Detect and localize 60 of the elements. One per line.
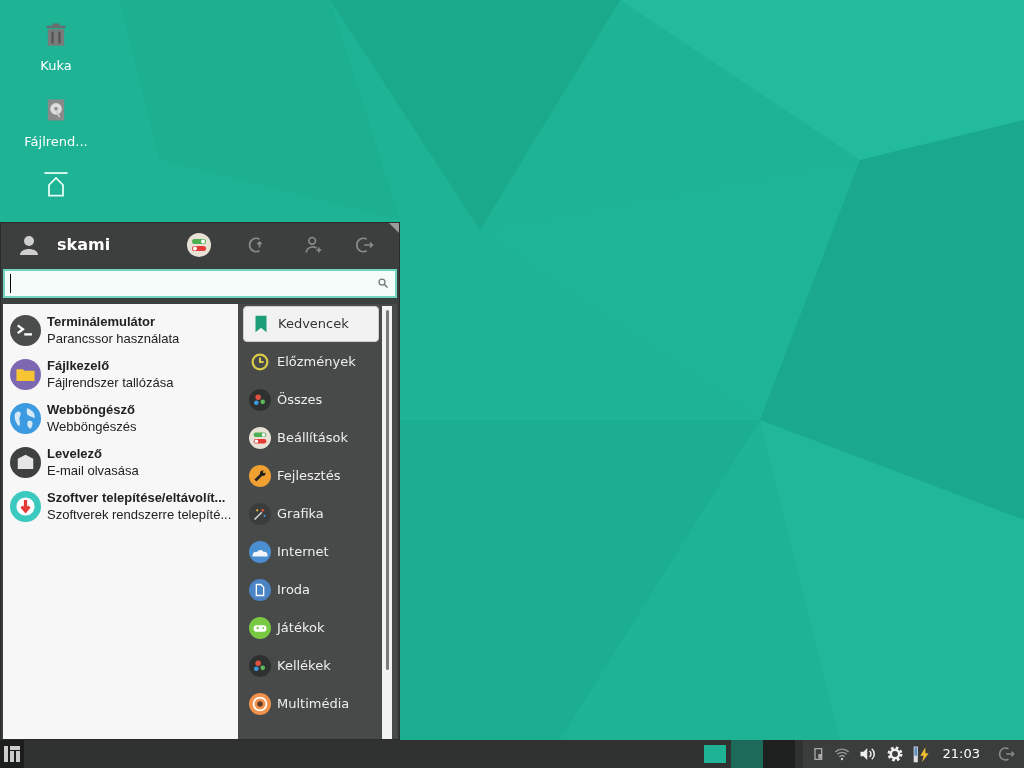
icon-label: Kuka [40,57,72,75]
mail-icon [10,446,41,478]
user-icon [17,233,41,257]
terminal-icon [10,314,41,346]
icon-label: Fájlrend... [24,132,88,151]
category-item[interactable]: Grafika [243,496,379,532]
app-description: E-mail olvasása [47,462,139,479]
category-item[interactable]: Játékok [243,610,379,646]
sparkles-icon [249,503,271,525]
search-icon [377,277,389,289]
category-item[interactable]: Előzmények [243,344,379,380]
software-install-icon [10,490,41,522]
category-item[interactable]: Beállítások [243,420,379,456]
clock-icon [249,351,271,373]
cloud-icon [249,541,271,563]
search-field[interactable] [3,269,397,298]
category-item[interactable]: Kedvencek [243,306,379,342]
settings-toggle-icon[interactable] [187,233,211,257]
workspace-button[interactable] [730,740,763,768]
start-menu-button[interactable] [0,740,24,768]
document-icon [249,579,271,601]
resize-corner-icon [389,223,399,233]
category-item[interactable]: Iroda [243,572,379,608]
favorite-app-item[interactable]: Levelező E-mail olvasása [7,440,238,484]
logout-icon[interactable] [998,745,1016,763]
app-description: Fájlrendszer tallózása [47,374,174,391]
app-name: Terminálemulátor [47,313,157,330]
scrollbar[interactable] [382,306,392,739]
logout-icon[interactable] [355,235,375,255]
favorite-app-item[interactable]: Webböngésző Webböngészés [7,396,238,440]
clock-time: 21:03 [942,745,980,764]
app-name: Webböngésző [47,401,136,418]
switch-user-icon[interactable] [303,235,323,255]
category-item[interactable]: Multimédia [243,686,379,722]
gears-icon [249,389,271,411]
category-item[interactable]: Kellékek [243,648,379,684]
app-description: Webböngészés [47,418,137,435]
folder-icon [10,358,41,390]
toggle-switches-icon [249,427,271,449]
category-item[interactable]: Fejlesztés [243,458,379,494]
text-cursor [10,274,11,293]
favorite-app-item[interactable]: Szoftver telepítése/eltávolít... Szoftverek rendszerre telepíté... [7,484,238,528]
wrench-icon [249,465,271,487]
favorite-app-item[interactable]: Fájlkezelő Fájlrendszer tallózása [7,352,238,396]
globe-icon [10,402,41,434]
app-name: Levelező [47,445,103,462]
home-icon[interactable] [42,171,70,199]
app-description: Szoftverek rendszerre telepíté... [47,506,232,523]
wifi-icon[interactable] [832,746,851,762]
workspace-button[interactable] [762,740,795,768]
gamepad-icon [249,617,271,639]
category-item[interactable]: Internet [243,534,379,570]
app-name: Szoftver telepítése/eltávolít... [47,489,227,506]
favorite-app-item[interactable]: Terminálemulátor Parancssor használata [7,308,238,352]
app-description: Parancssor használata [47,330,180,347]
disc-icon [249,693,271,715]
user-name: skami [57,234,111,256]
app-name: Fájlkezelő [47,357,111,374]
category-item[interactable]: Összes [243,382,379,418]
gears-icon [249,655,271,677]
